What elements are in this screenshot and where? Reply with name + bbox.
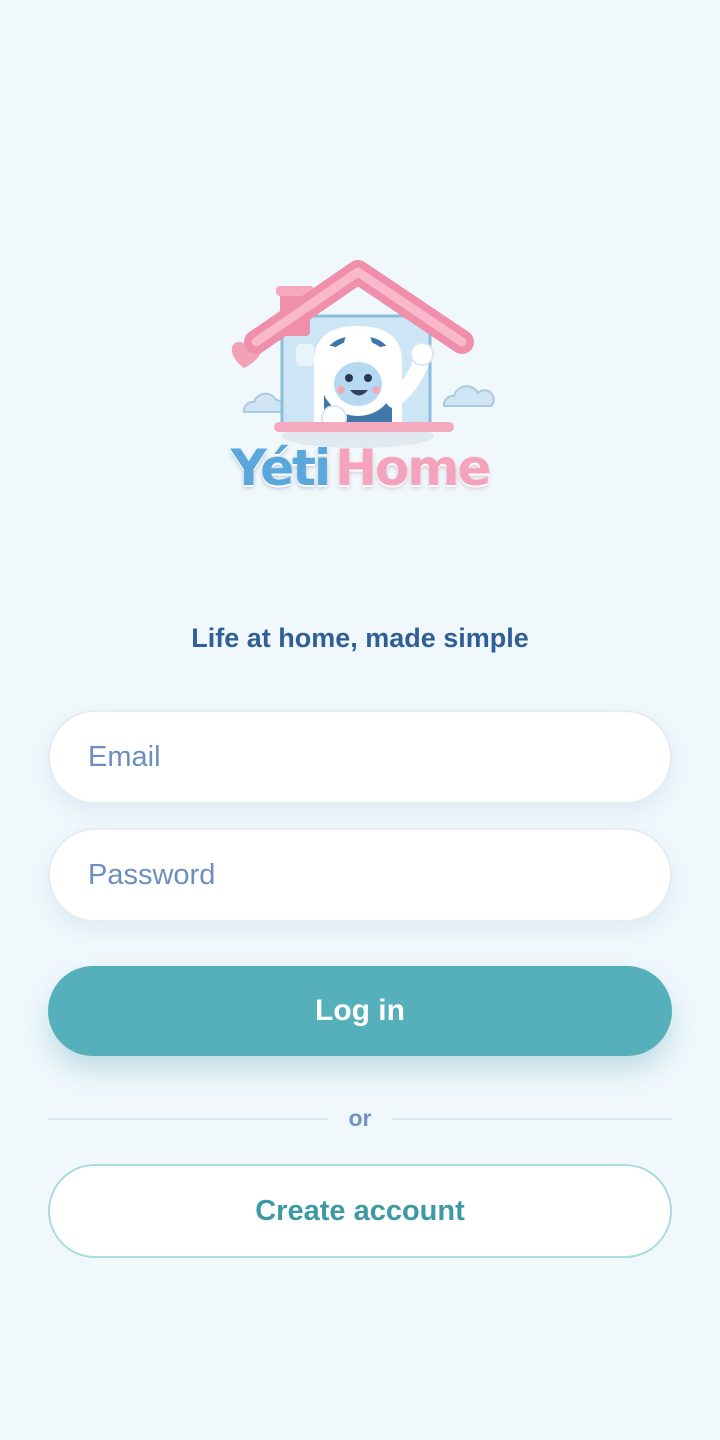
app-logo: Yéti Home [210, 250, 510, 510]
logo-word-home: Home [335, 439, 491, 497]
login-button[interactable]: Log in [48, 966, 672, 1056]
divider-or-label: or [348, 1105, 372, 1131]
logo-word-yeti: Yéti [230, 439, 332, 497]
divider-right [392, 1118, 672, 1120]
create-account-button[interactable]: Create account [48, 1164, 672, 1258]
divider-left [48, 1118, 328, 1120]
email-field[interactable] [48, 710, 672, 804]
logo-wordmark: Yéti Home [210, 436, 510, 500]
password-field[interactable] [48, 828, 672, 922]
tagline: Life at home, made simple [191, 623, 529, 653]
yeti-house-icon [231, 260, 495, 448]
